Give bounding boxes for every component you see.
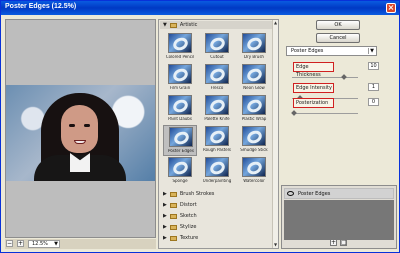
folder-icon <box>169 191 177 197</box>
expand-icon: ▼ <box>163 22 167 28</box>
filter-thumbnail <box>242 157 266 177</box>
gallery-scrollbar[interactable]: ▲ ▼ <box>272 20 278 248</box>
category-artistic[interactable]: ▼ Artistic <box>160 21 272 29</box>
filter-thumbnail <box>205 64 229 84</box>
close-button[interactable]: × <box>386 3 396 13</box>
eye-icon[interactable] <box>287 191 294 196</box>
category-label: Artistic <box>179 22 198 28</box>
edge-intensity-input[interactable]: 1 <box>368 83 379 91</box>
filter-dry-brush[interactable]: Dry Brush <box>237 32 271 63</box>
chevron-right-icon: ▶ <box>163 202 167 208</box>
zoom-in-button[interactable]: + <box>17 240 24 247</box>
chevron-down-icon: ▼ <box>54 241 58 247</box>
filter-watercolor[interactable]: Watercolor <box>237 156 271 187</box>
zoom-out-button[interactable]: − <box>6 240 13 247</box>
category-sketch[interactable]: ▶ Sketch <box>160 212 272 220</box>
filter-neon-glow[interactable]: Neon Glow <box>237 63 271 94</box>
folder-icon <box>169 235 177 241</box>
selected-filter-value: Poster Edges <box>291 48 324 54</box>
filter-plastic-wrap[interactable]: Plastic Wrap <box>237 94 271 125</box>
filter-rough-pastels[interactable]: Rough Pastels <box>200 125 234 156</box>
window-title: Poster Edges (12.5%) <box>5 3 77 10</box>
folder-icon <box>169 202 177 208</box>
effect-layers-panel: Poster Edges + □ <box>281 185 397 249</box>
subject-face <box>61 105 98 153</box>
zoom-level-select[interactable]: 12.5% ▼ <box>28 240 60 248</box>
folder-icon <box>169 213 177 219</box>
zoom-level-value: 12.5% <box>32 241 48 247</box>
scroll-up-icon[interactable]: ▲ <box>273 20 278 26</box>
filter-sponge[interactable]: Sponge <box>163 156 197 187</box>
layer-list-empty-area <box>284 200 394 240</box>
posterization-label: Posterization <box>293 98 334 108</box>
edge-thickness-input[interactable]: 10 <box>368 62 379 70</box>
chevron-right-icon: ▶ <box>163 224 167 230</box>
folder-icon <box>169 22 177 28</box>
filter-select[interactable]: Poster Edges ▼ <box>286 46 377 56</box>
filter-colored-pencil[interactable]: Colored Pencil <box>163 32 197 63</box>
filter-thumbnail <box>242 64 266 84</box>
filter-film-grain[interactable]: Film Grain <box>163 63 197 94</box>
filter-cutout[interactable]: Cutout <box>200 32 234 63</box>
filter-thumbnail <box>168 64 192 84</box>
category-distort[interactable]: ▶ Distort <box>160 201 272 209</box>
slider-thumb[interactable] <box>291 110 297 116</box>
filter-thumbnail <box>168 33 192 53</box>
effect-layer-name: Poster Edges <box>298 191 331 197</box>
image-preview[interactable] <box>5 19 156 238</box>
new-effect-layer-icon[interactable]: + <box>330 239 337 246</box>
category-texture[interactable]: ▶ Texture <box>160 234 272 242</box>
filter-palette-knife[interactable]: Palette Knife <box>200 94 234 125</box>
filter-gallery[interactable]: ▼ Artistic Colored Pencil Cutout Dry Bru… <box>158 19 279 249</box>
filter-paint-daubs[interactable]: Paint Daubs <box>163 94 197 125</box>
category-stylize[interactable]: ▶ Stylize <box>160 223 272 231</box>
subject-left-eye <box>69 124 75 127</box>
edge-thickness-label: Edge Thickness <box>293 62 334 78</box>
filter-gallery-dialog: Poster Edges (12.5%) × − + 12.5% ▼ ▼ Art… <box>0 0 400 253</box>
preview-photo[interactable] <box>6 85 155 181</box>
filter-thumbnail <box>205 157 229 177</box>
filter-thumbnail <box>242 33 266 53</box>
filter-thumbnail <box>205 33 229 53</box>
delete-effect-layer-icon[interactable]: □ <box>340 239 347 246</box>
cancel-button[interactable]: Cancel <box>316 33 360 43</box>
chevron-right-icon: ▶ <box>163 235 167 241</box>
subject-right-eye <box>84 124 90 127</box>
folder-icon <box>169 224 177 230</box>
filter-thumbnail <box>205 95 229 115</box>
filter-thumbnail <box>242 95 266 115</box>
ok-button[interactable]: OK <box>316 20 360 30</box>
filter-underpainting[interactable]: Underpainting <box>200 156 234 187</box>
category-brush-strokes[interactable]: ▶ Brush Strokes <box>160 190 272 198</box>
chevron-down-icon: ▼ <box>368 48 375 54</box>
filter-thumbnail <box>242 126 266 146</box>
artistic-filter-grid: Colored Pencil Cutout Dry Brush Film Gra… <box>163 32 273 164</box>
filter-thumbnail <box>205 126 229 146</box>
posterization-input[interactable]: 0 <box>368 98 379 106</box>
preview-zoom-bar: − + 12.5% ▼ <box>5 239 156 249</box>
filter-poster-edges[interactable]: Poster Edges <box>163 125 197 156</box>
edge-intensity-label: Edge Intensity <box>293 83 334 93</box>
filter-smudge-stick[interactable]: Smudge Stick <box>237 125 271 156</box>
scroll-down-icon[interactable]: ▼ <box>273 242 278 248</box>
chevron-right-icon: ▶ <box>163 191 167 197</box>
title-bar[interactable]: Poster Edges (12.5%) × <box>1 1 399 15</box>
posterization-slider[interactable] <box>291 110 358 116</box>
edge-thickness-slider[interactable] <box>292 74 358 80</box>
effect-layer-row[interactable]: Poster Edges <box>284 188 394 199</box>
filter-thumbnail <box>169 127 193 147</box>
chevron-right-icon: ▶ <box>163 213 167 219</box>
filter-thumbnail <box>168 95 192 115</box>
filter-fresco[interactable]: Fresco <box>200 63 234 94</box>
slider-thumb[interactable] <box>340 74 347 80</box>
filter-thumbnail <box>168 157 192 177</box>
